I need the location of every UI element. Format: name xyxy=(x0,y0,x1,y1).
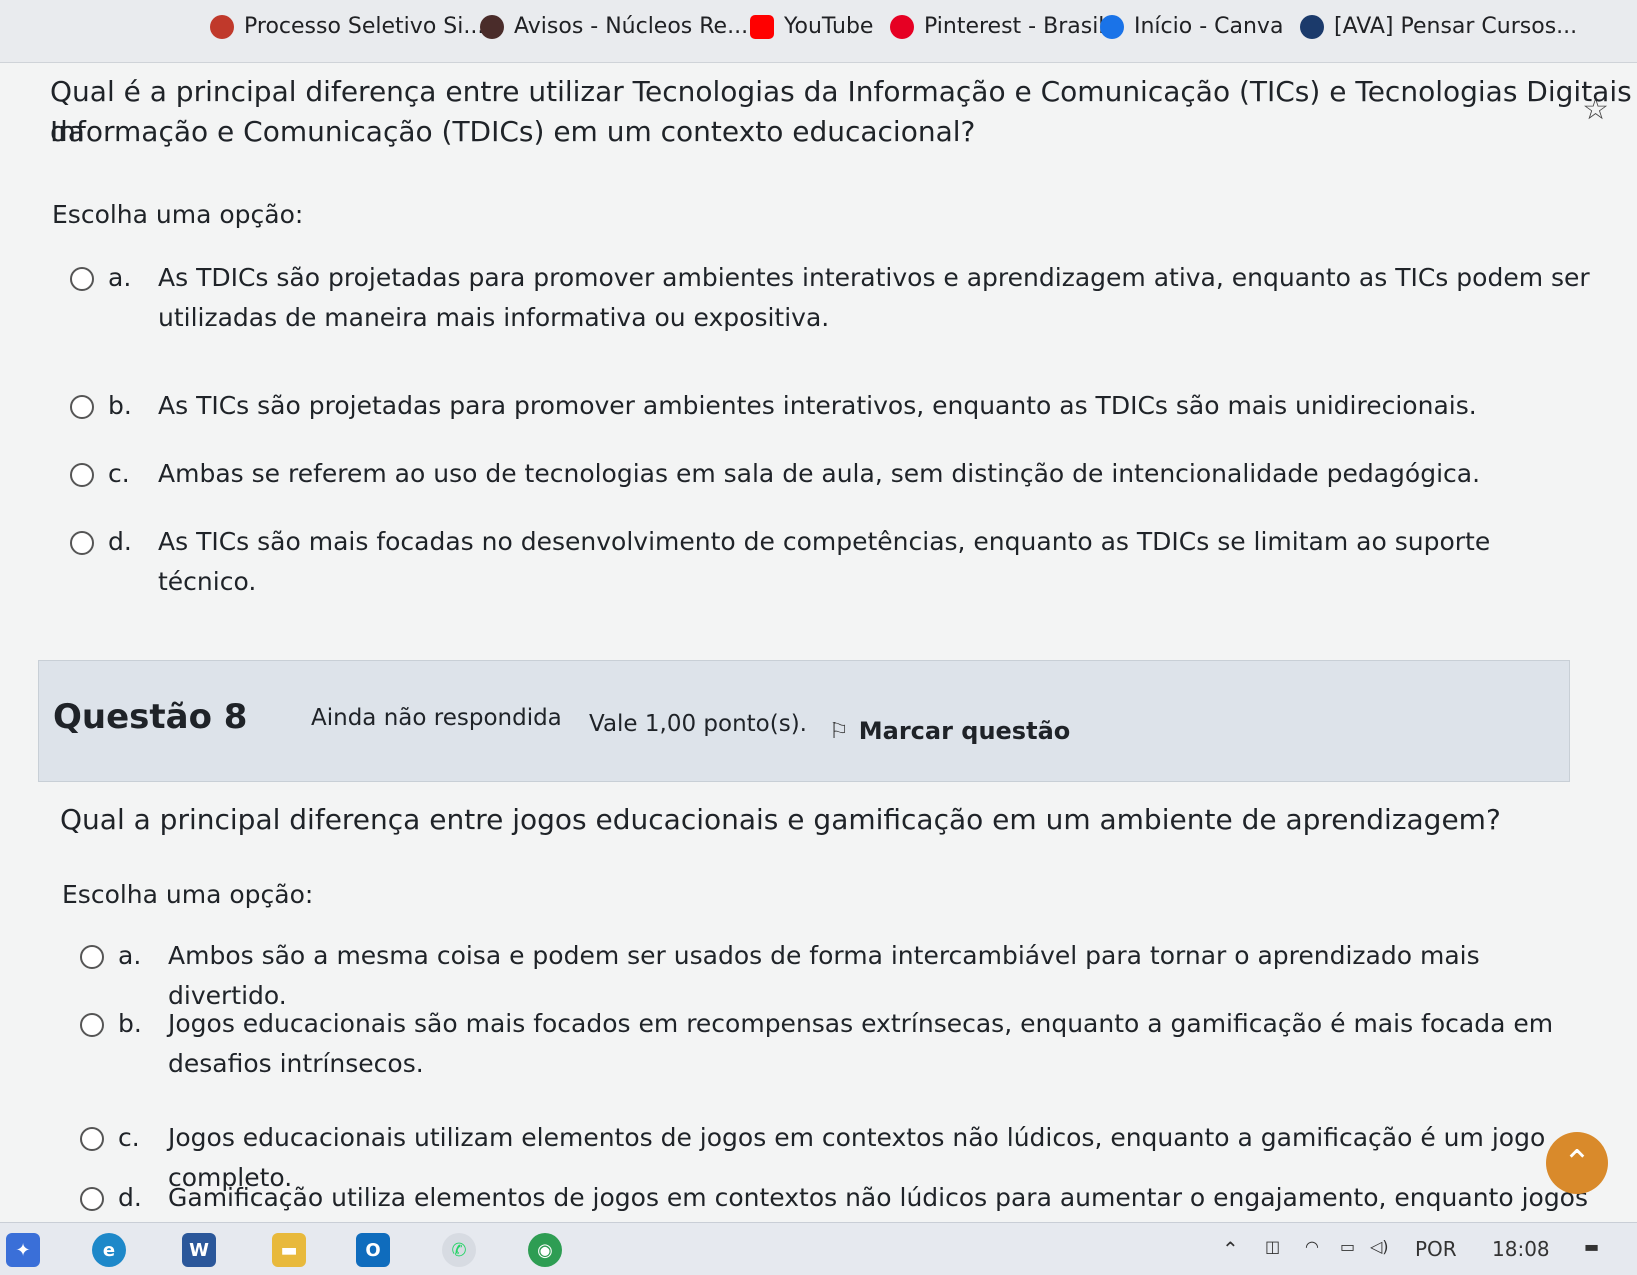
option-letter: b. xyxy=(108,391,132,420)
pinterest-icon xyxy=(890,14,914,39)
option-letter: c. xyxy=(118,1123,140,1152)
radio-button[interactable] xyxy=(70,531,94,555)
option-letter: a. xyxy=(108,263,132,292)
flag-question-button[interactable]: ⚐ Marcar questão xyxy=(829,717,1070,745)
option-letter: d. xyxy=(118,1183,142,1212)
tray-chevron-icon[interactable]: ⌃ xyxy=(1222,1237,1239,1261)
bookmark-label: Processo Seletivo Si... xyxy=(244,14,485,39)
question-7-choose-label: Escolha uma opção: xyxy=(52,200,304,229)
word-icon[interactable]: W xyxy=(182,1233,216,1267)
bookmark-label: YouTube xyxy=(784,14,874,39)
network-icon[interactable]: ◫ xyxy=(1265,1237,1280,1256)
question-8-text: Qual a principal diferença entre jogos e… xyxy=(60,803,1501,836)
bookmark-label: Pinterest - Brasil xyxy=(924,14,1105,39)
radio-button[interactable] xyxy=(80,1127,104,1151)
question-7-option-c[interactable]: c. Ambas se referem ao uso de tecnologia… xyxy=(70,454,1590,494)
radio-button[interactable] xyxy=(80,1187,104,1211)
question-7-option-b[interactable]: b. As TICs são projetadas para promover … xyxy=(70,386,1590,426)
radio-button[interactable] xyxy=(80,945,104,969)
flower-icon xyxy=(480,14,504,39)
youtube-icon xyxy=(750,14,774,39)
bookmark-processo-seletivo[interactable]: Processo Seletivo Si... xyxy=(210,14,484,39)
radio-button[interactable] xyxy=(80,1013,104,1037)
radio-button[interactable] xyxy=(70,267,94,291)
ava-icon xyxy=(1300,14,1324,39)
question-8-info-box: Questão 8 Ainda não respondida Vale 1,00… xyxy=(38,660,1570,782)
bookmark-label: Início - Canva xyxy=(1134,14,1284,39)
flag-icon: ⚐ xyxy=(829,718,849,744)
option-text: As TICs são mais focadas no desenvolvime… xyxy=(158,527,1491,596)
flag-question-label: Marcar questão xyxy=(858,717,1071,745)
question-number: Questão 8 xyxy=(53,697,248,737)
wifi-icon[interactable]: ◠ xyxy=(1305,1237,1319,1256)
option-text: Jogos educacionais são mais focados em r… xyxy=(168,1009,1554,1078)
feather-icon xyxy=(210,14,234,39)
option-letter: b. xyxy=(118,1009,142,1038)
option-letter: d. xyxy=(108,527,132,556)
bookmark-youtube[interactable]: YouTube xyxy=(750,14,873,39)
notifications-icon[interactable]: ▬ xyxy=(1584,1237,1599,1256)
taskbar: ✦ e W ▬ O ✆ ◉ ⌃ ◫ ◠ ▭ ◁) POR 18:08 ▬ xyxy=(0,1222,1637,1275)
scroll-to-top-button[interactable]: ⌃ xyxy=(1546,1132,1608,1194)
start-icon[interactable]: ✦ xyxy=(6,1233,40,1267)
radio-button[interactable] xyxy=(70,395,94,419)
question-8-choose-label: Escolha uma opção: xyxy=(62,880,314,909)
language-indicator[interactable]: POR xyxy=(1415,1237,1457,1261)
bookmark-canva[interactable]: Início - Canva xyxy=(1100,14,1283,39)
question-7-option-a[interactable]: a. As TDICs são projetadas para promover… xyxy=(70,258,1590,338)
bookmark-label: Avisos - Núcleos Re... xyxy=(514,14,749,39)
question-7-text-line2: Informação e Comunicação (TDICs) em um c… xyxy=(50,115,976,148)
chevron-up-icon: ⌃ xyxy=(1562,1143,1592,1183)
volume-icon[interactable]: ◁) xyxy=(1370,1237,1389,1256)
option-text: As TICs são projetadas para promover amb… xyxy=(158,391,1477,420)
question-7-option-d[interactable]: d. As TICs são mais focadas no desenvolv… xyxy=(70,522,1590,602)
canva-icon xyxy=(1100,14,1124,39)
chrome-icon[interactable]: ◉ xyxy=(528,1233,562,1267)
radio-button[interactable] xyxy=(70,463,94,487)
bookmark-label: [AVA] Pensar Cursos... xyxy=(1334,14,1578,39)
whatsapp-icon[interactable]: ✆ xyxy=(442,1233,476,1267)
clock[interactable]: 18:08 xyxy=(1492,1237,1550,1261)
option-letter: c. xyxy=(108,459,130,488)
edge-icon[interactable]: e xyxy=(92,1233,126,1267)
bookmark-ava[interactable]: [AVA] Pensar Cursos... xyxy=(1300,14,1577,39)
question-state: Ainda não respondida xyxy=(311,705,562,731)
bookmark-avisos[interactable]: Avisos - Núcleos Re... xyxy=(480,14,748,39)
option-letter: a. xyxy=(118,941,142,970)
question-8-option-b[interactable]: b. Jogos educacionais são mais focados e… xyxy=(80,1004,1600,1084)
folder-icon[interactable]: ▬ xyxy=(272,1233,306,1267)
question-value: Vale 1,00 ponto(s). xyxy=(589,711,807,737)
option-text: As TDICs são projetadas para promover am… xyxy=(158,263,1590,332)
bookmark-pinterest[interactable]: Pinterest - Brasil xyxy=(890,14,1104,39)
battery-icon[interactable]: ▭ xyxy=(1340,1237,1355,1256)
outlook-icon[interactable]: O xyxy=(356,1233,390,1267)
option-text: Ambas se referem ao uso de tecnologias e… xyxy=(158,459,1481,488)
bookmarks-bar: Processo Seletivo Si... Avisos - Núcleos… xyxy=(0,0,1637,63)
